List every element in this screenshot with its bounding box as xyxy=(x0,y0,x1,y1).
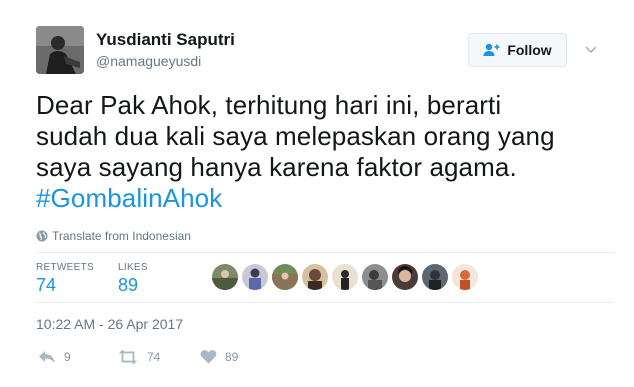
hashtag-link[interactable]: #GombalinAhok xyxy=(36,183,616,214)
liker-avatar[interactable] xyxy=(452,264,478,290)
divider xyxy=(36,302,614,303)
liker-avatar[interactable] xyxy=(422,264,448,290)
chevron-down-icon[interactable] xyxy=(585,46,597,54)
reply-count: 9 xyxy=(64,350,71,364)
heart-icon xyxy=(200,350,217,364)
follow-button[interactable]: Follow xyxy=(468,33,567,67)
tweet-timestamp[interactable]: 10:22 AM - 26 Apr 2017 xyxy=(36,316,183,332)
likes-label: LIKES xyxy=(118,262,148,273)
retweet-button[interactable]: 74 xyxy=(117,349,160,365)
liker-avatar[interactable] xyxy=(212,264,238,290)
likes-count: 89 xyxy=(118,275,139,295)
liker-avatar[interactable] xyxy=(362,264,388,290)
retweet-icon xyxy=(118,349,138,365)
liker-avatar[interactable] xyxy=(272,264,298,290)
user-name[interactable]: Yusdianti Saputri xyxy=(96,30,235,50)
tweet-text: Dear Pak Ahok, terhitung hari ini, berar… xyxy=(36,90,616,214)
retweets-stat[interactable]: RETWEETS 74 xyxy=(36,262,94,296)
likes-stat[interactable]: LIKES 89 xyxy=(118,262,148,296)
add-user-icon xyxy=(483,43,500,56)
divider xyxy=(36,252,614,253)
tweet-line: saya sayang hanya karena faktor agama. xyxy=(36,152,517,182)
like-count: 89 xyxy=(225,350,239,364)
liker-avatar[interactable] xyxy=(332,264,358,290)
retweets-label: RETWEETS xyxy=(36,262,94,273)
user-handle[interactable]: @namagueyusdi xyxy=(96,53,201,69)
liker-avatar[interactable] xyxy=(392,264,418,290)
tweet-line: Dear Pak Ahok, terhitung hari ini, berar… xyxy=(36,90,502,120)
reply-button[interactable]: 9 xyxy=(38,349,71,365)
avatar-photo xyxy=(36,26,84,74)
translate-link[interactable]: Translate from Indonesian xyxy=(36,229,191,243)
retweet-count: 74 xyxy=(147,350,161,364)
liker-avatar[interactable] xyxy=(242,264,268,290)
liker-avatar[interactable] xyxy=(302,264,328,290)
liker-avatars xyxy=(212,264,478,290)
tweet-line: sudah dua kali saya melepaskan orang yan… xyxy=(36,121,555,151)
follow-label: Follow xyxy=(507,42,552,58)
reply-icon xyxy=(39,351,55,363)
avatar[interactable] xyxy=(36,26,84,74)
like-button[interactable]: 89 xyxy=(200,349,238,365)
retweets-count: 74 xyxy=(36,275,57,295)
globe-icon xyxy=(36,230,48,242)
translate-label: Translate from Indonesian xyxy=(52,229,191,243)
